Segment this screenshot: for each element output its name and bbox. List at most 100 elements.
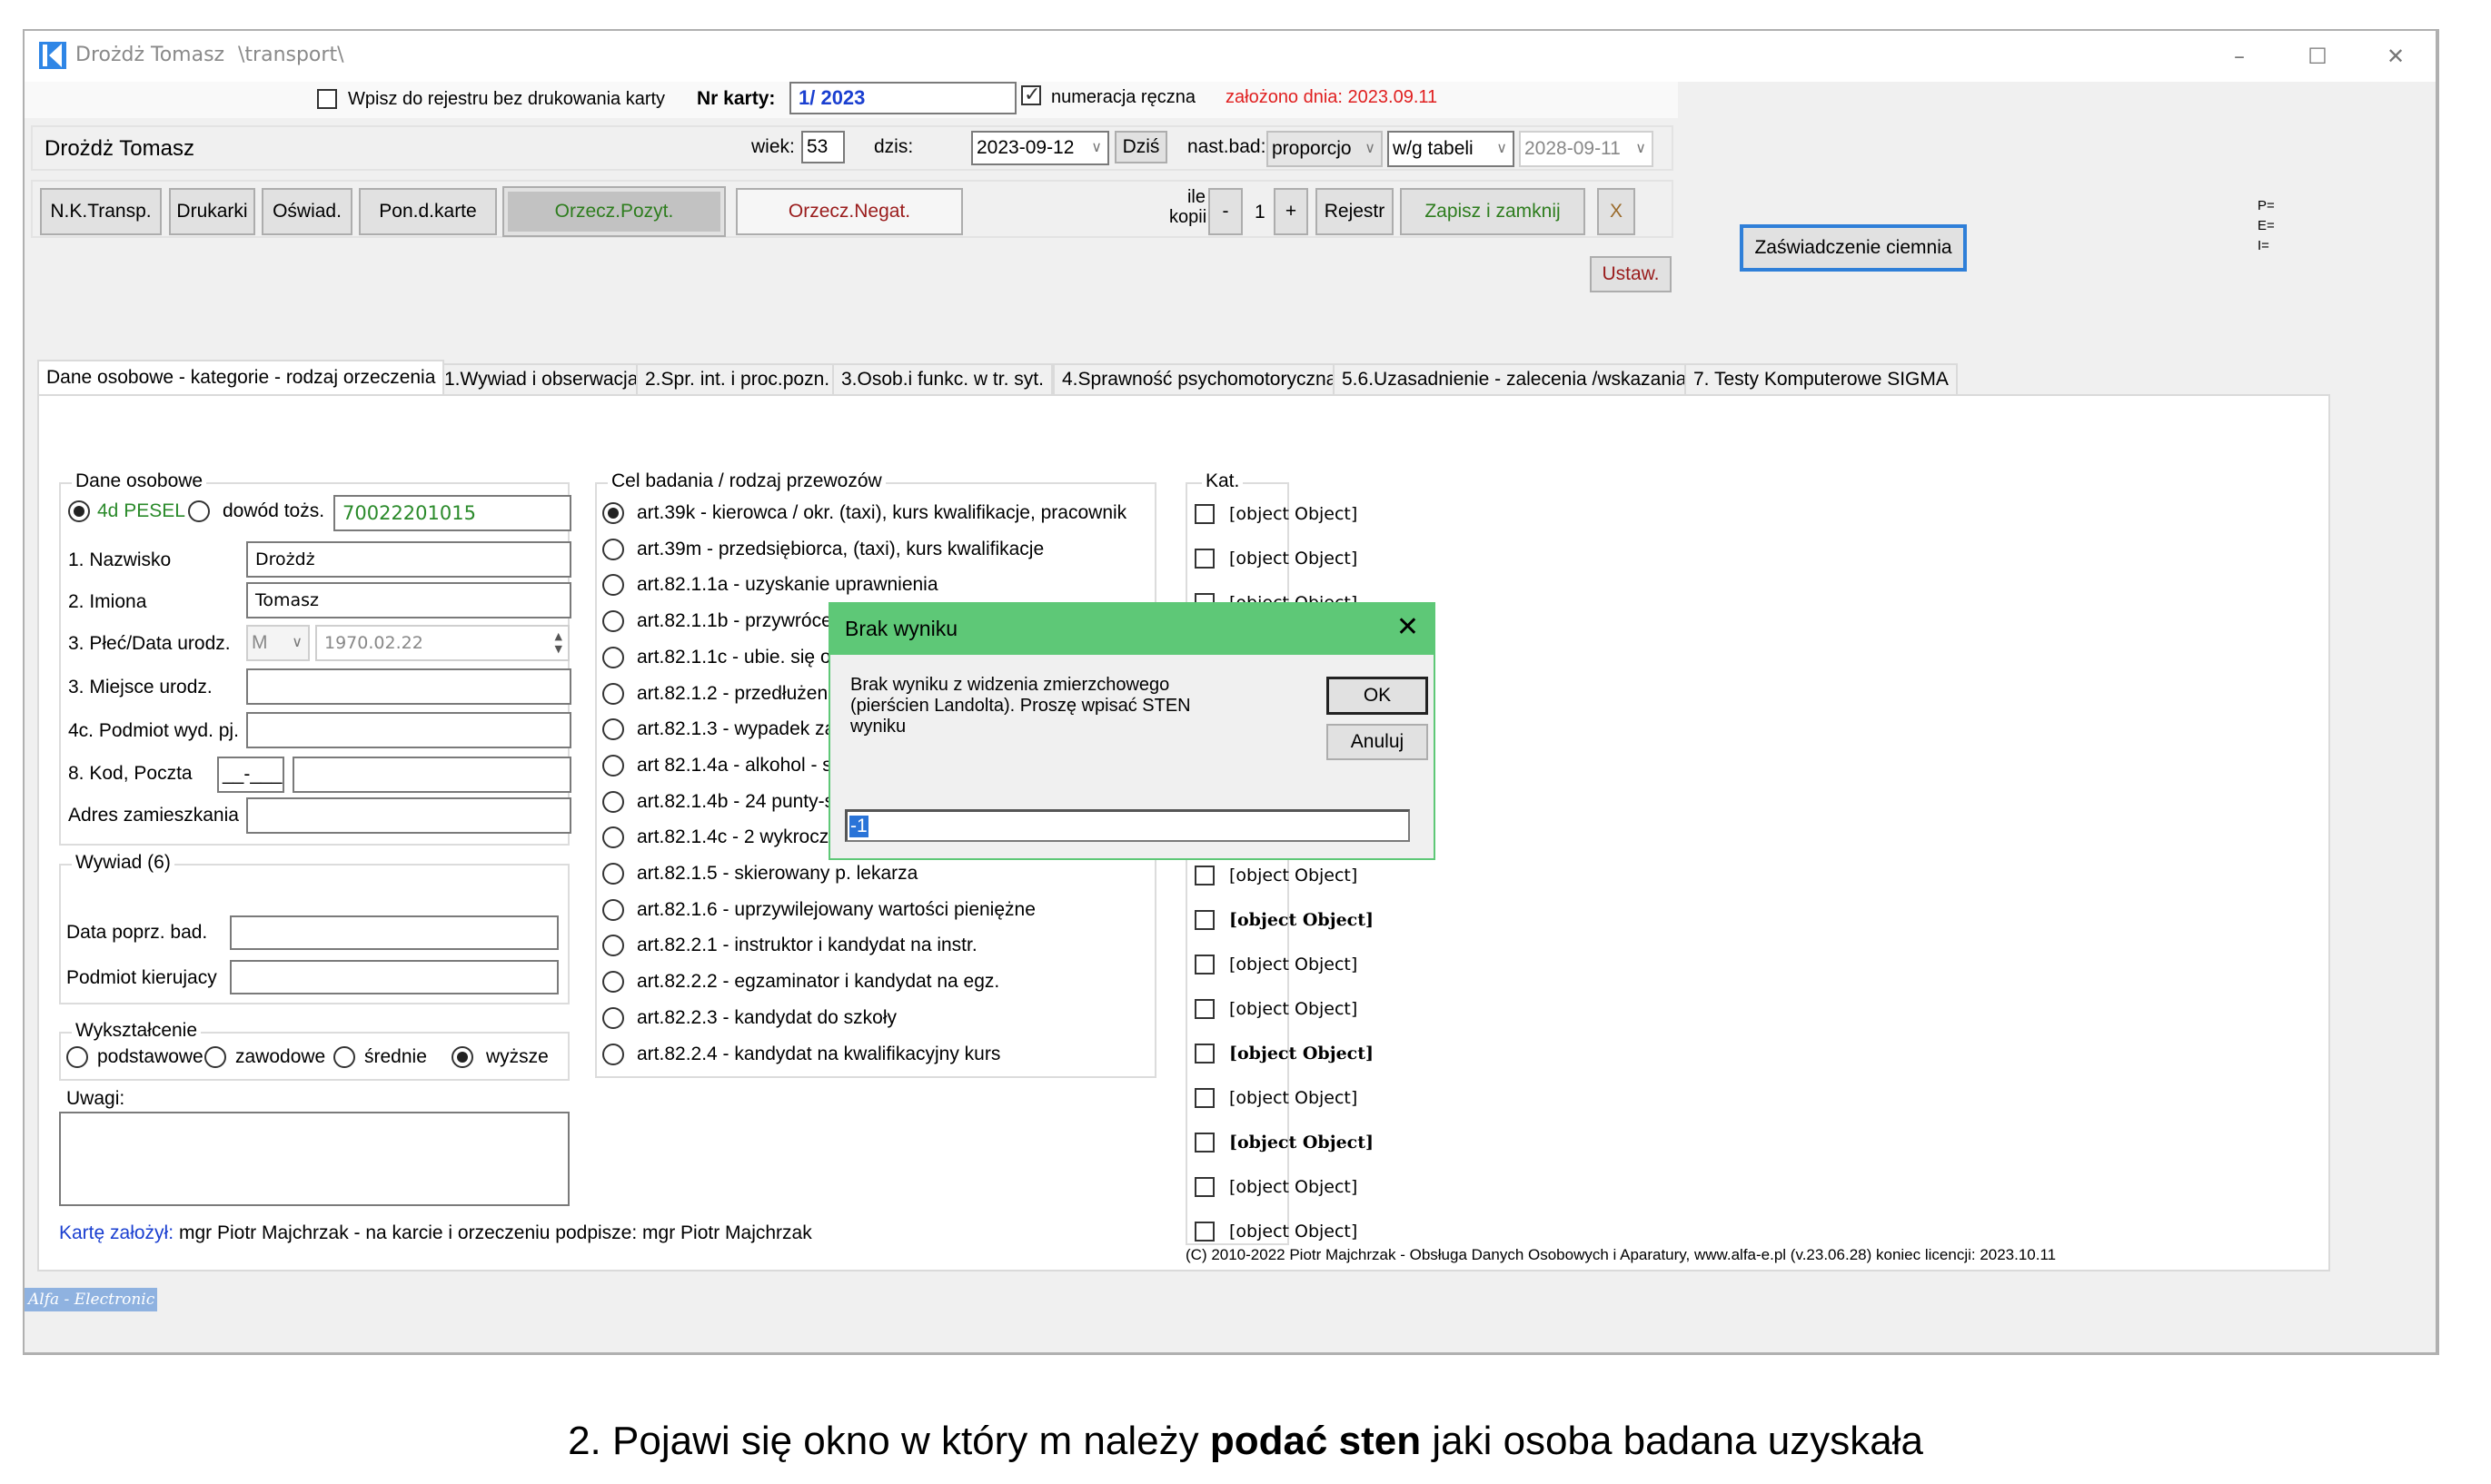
settings-button[interactable]: Ustaw. [1590, 256, 1672, 292]
tab-personality[interactable]: 3.Osob.i funkc. w tr. syt. [832, 363, 1053, 394]
next-exam-label: nast.bad: [1187, 136, 1266, 157]
dialog-close-button[interactable]: ✕ [1396, 611, 1419, 643]
education-legend: Wykształcenie [72, 1020, 202, 1042]
printers-button[interactable]: Drukarki [169, 188, 255, 235]
next-exam-mode-select[interactable]: proporcjo ∨ [1266, 131, 1383, 167]
category-checkbox[interactable] [1195, 866, 1215, 885]
tab-personal[interactable]: Dane osobowe - kategorie - rodzaj orzecz… [37, 360, 445, 394]
register-without-print-label: Wpisz do rejestru bez drukowania karty [348, 89, 666, 109]
copyright-text: (C) 2010-2022 Piotr Majchrzak - Obsługa … [1186, 1246, 2057, 1263]
dark-cert-button[interactable]: Zaświadczenie ciemnia [1740, 224, 1967, 272]
purpose-radio[interactable] [602, 898, 624, 921]
caption-text-after: jaki osoba badana uzyskała [1421, 1419, 1923, 1463]
referrer-input[interactable] [230, 960, 559, 994]
cancel-x-button[interactable]: X [1597, 188, 1635, 235]
tab-intelligence[interactable]: 2.Spr. int. i proc.pozn. [636, 363, 839, 394]
sten-input[interactable]: -1 [845, 809, 1410, 842]
purpose-radio[interactable] [602, 790, 624, 813]
education-vocational-radio[interactable] [204, 1046, 226, 1068]
purpose-radio[interactable] [602, 754, 624, 777]
window-path: \transport\ [238, 44, 344, 66]
dialog-message-line: Brak wyniku z widzenia zmierzchowego [850, 675, 1170, 695]
purpose-option-label: art.39k - kierowca / okr. (taxi), kurs k… [637, 502, 1127, 523]
copies-increment-button[interactable]: + [1274, 188, 1308, 235]
pesel-input[interactable]: 70022201015 [333, 495, 571, 531]
education-higher-radio[interactable] [452, 1046, 473, 1068]
tab-psychomotor[interactable]: 4.Sprawność psychomotoryczna [1053, 363, 1346, 394]
purpose-radio[interactable] [602, 682, 624, 705]
next-exam-table-select[interactable]: w/g tabeli ∨ [1387, 131, 1514, 167]
purpose-radio[interactable] [602, 935, 624, 957]
category-label: [object Object] [1229, 1044, 1375, 1064]
purpose-radio[interactable] [602, 502, 624, 524]
category-checkbox[interactable] [1195, 549, 1215, 569]
caption-text-before: 2. Pojawi się okno w który m należy [568, 1419, 1210, 1463]
purpose-radio[interactable] [602, 971, 624, 994]
tab-justification[interactable]: 5.6.Uzasadnienie - zalecenia /wskazania [1333, 363, 1696, 394]
nk-transp-button[interactable]: N.K.Transp. [40, 188, 162, 235]
purpose-radio[interactable] [602, 610, 624, 633]
dialog-cancel-button[interactable]: Anuluj [1326, 724, 1428, 760]
education-secondary-label: średnie [364, 1046, 427, 1067]
negative-ruling-button[interactable]: Orzecz.Negat. [736, 188, 963, 235]
category-checkbox[interactable] [1195, 1088, 1215, 1108]
purpose-radio[interactable] [602, 574, 624, 597]
category-checkbox[interactable] [1195, 1222, 1215, 1242]
minimize-button[interactable]: – [2221, 40, 2258, 73]
purpose-radio[interactable] [602, 863, 624, 885]
purpose-radio[interactable] [602, 1043, 624, 1065]
category-checkbox[interactable] [1195, 999, 1215, 1019]
category-checkbox[interactable] [1195, 1133, 1215, 1153]
id-type-pesel-radio[interactable] [68, 500, 90, 522]
purpose-radio[interactable] [602, 826, 624, 849]
tab-sigma-tests[interactable]: 7. Testy Komputerowe SIGMA [1684, 363, 1958, 394]
manual-numbering-checkbox[interactable] [1021, 83, 1041, 106]
purpose-option-label: art.82.2.4 - kandydat na kwalifikacyjny … [637, 1043, 1001, 1064]
save-close-button[interactable]: Zapisz i zamknij [1400, 188, 1585, 235]
education-secondary-radio[interactable] [333, 1046, 355, 1068]
close-button[interactable]: ✕ [2377, 40, 2414, 73]
birthplace-input[interactable] [246, 668, 571, 705]
surname-input[interactable]: Drożdż [246, 541, 571, 578]
purpose-radio[interactable] [602, 1006, 624, 1029]
category-checkbox[interactable] [1195, 1044, 1215, 1064]
category-checkbox[interactable] [1195, 1177, 1215, 1197]
today-label: dzis: [874, 136, 914, 157]
chevron-down-icon: ∨ [292, 635, 303, 650]
age-input[interactable]: 53 [801, 131, 845, 163]
notes-textarea[interactable] [59, 1112, 570, 1206]
birthdate-input[interactable]: 1970.02.22 ▲ ▼ [315, 625, 570, 661]
sex-select[interactable]: M ∨ [246, 625, 310, 661]
category-legend: Kat. [1202, 470, 1244, 492]
positive-ruling-button[interactable]: Orzecz.Pozyt. [502, 186, 726, 237]
purpose-option-label: art.39m - przedsiębiorca, (taxi), kurs k… [637, 538, 1045, 559]
purpose-radio[interactable] [602, 646, 624, 668]
prev-exam-input[interactable] [230, 915, 559, 950]
purpose-radio[interactable] [602, 718, 624, 741]
category-checkbox[interactable] [1195, 910, 1215, 930]
today-button[interactable]: Dziś [1115, 131, 1167, 163]
maximize-button[interactable]: ☐ [2299, 40, 2336, 73]
declaration-button[interactable]: Oświad. [262, 188, 352, 235]
category-checkbox[interactable] [1195, 504, 1215, 524]
category-checkbox[interactable] [1195, 955, 1215, 974]
register-without-print-checkbox[interactable] [317, 89, 337, 109]
copies-decrement-button[interactable]: - [1208, 188, 1243, 235]
license-issuer-input[interactable] [246, 712, 571, 748]
today-date-picker[interactable]: 2023-09-12 ∨ [971, 131, 1109, 165]
post-office-input[interactable] [293, 757, 571, 793]
reopen-card-button[interactable]: Pon.d.karte [359, 188, 497, 235]
license-issuer-label: 4c. Podmiot wyd. pj. [68, 720, 239, 741]
id-type-doc-radio[interactable] [188, 500, 210, 522]
next-exam-date-picker[interactable]: 2028-09-11 ∨ [1519, 131, 1653, 167]
tab-interview[interactable]: 1.Wywiad i obserwacja [435, 363, 648, 394]
postal-code-input[interactable]: __-___ [217, 757, 284, 793]
dialog-ok-button[interactable]: OK [1326, 677, 1428, 715]
card-no-input[interactable]: 1/ 2023 [789, 82, 1017, 114]
education-primary-radio[interactable] [66, 1046, 88, 1068]
first-names-input[interactable]: Tomasz [246, 582, 571, 618]
address-input[interactable] [246, 797, 571, 834]
register-button[interactable]: Rejestr [1315, 188, 1394, 235]
spinner-icon[interactable]: ▲ ▼ [555, 630, 562, 656]
purpose-radio[interactable] [602, 538, 624, 560]
